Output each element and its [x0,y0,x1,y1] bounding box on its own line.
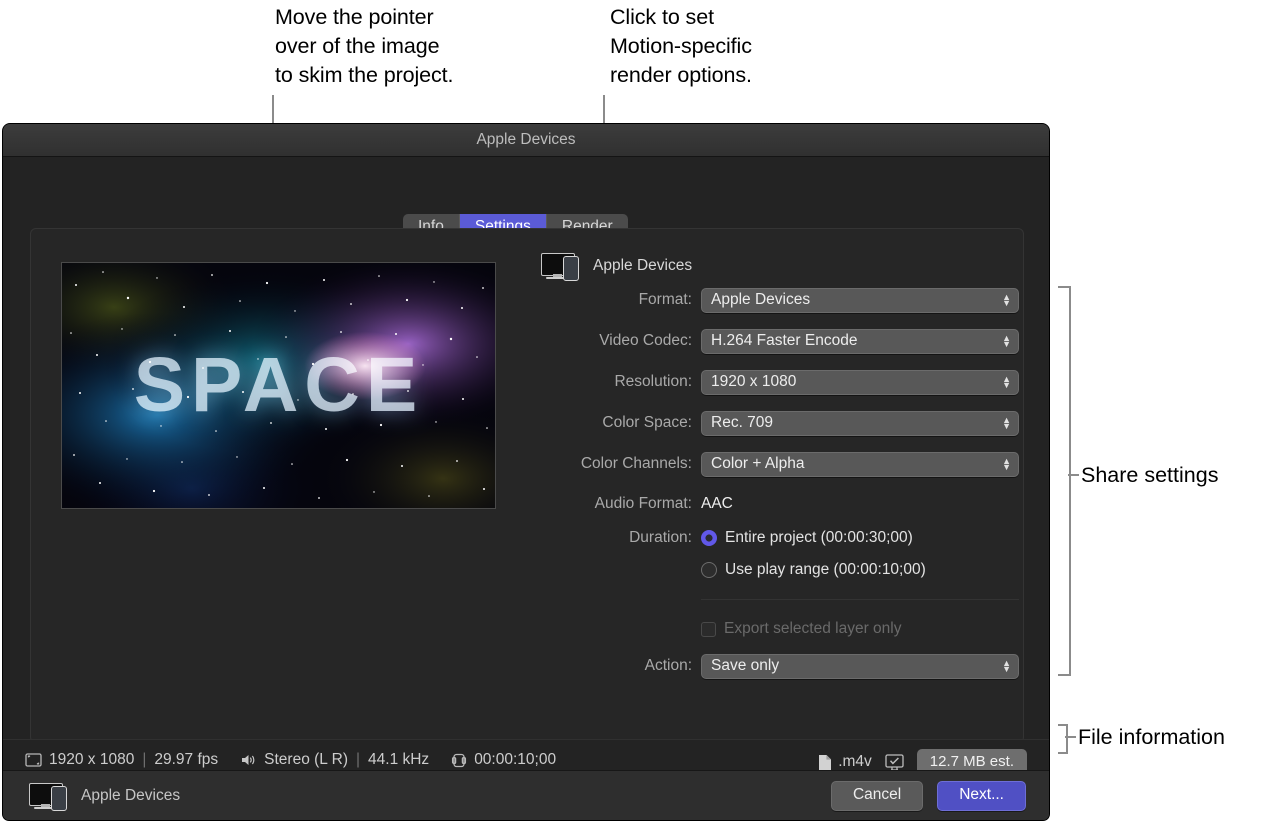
audio-format-value: AAC [701,495,733,512]
radio-use-play-range-indicator[interactable] [701,562,717,578]
footer-destination: Apple Devices [29,783,181,811]
project-preview-image[interactable]: SPACE [61,262,496,509]
color-space-value: Rec. 709 [711,414,774,431]
dialog-titlebar: Apple Devices [3,124,1049,157]
format-value: Apple Devices [711,291,811,308]
radio-entire-project-indicator[interactable] [701,530,717,546]
status-separator-2: | [355,751,361,768]
row-color-channels: Color Channels: Color + Alpha ▲ ▼ [511,450,1023,478]
label-color-space: Color Space: [602,414,692,431]
status-sample-rate: 44.1 kHz [368,751,430,768]
row-format: Format: Apple Devices ▲ ▼ [511,286,1023,314]
share-dialog: Apple Devices Info Settings Render SPACE… [3,124,1049,820]
timecode-icon [452,753,467,767]
row-video-codec: Video Codec: H.264 Faster Encode ▲ ▼ [511,327,1023,355]
row-export-layer: Export selected layer only [511,615,1023,643]
status-audio-channels: Stereo (L R) [264,751,348,768]
label-color-channels: Color Channels: [580,455,692,472]
resolution-popup[interactable]: 1920 x 1080 ▲ ▼ [701,369,1019,395]
chevron-updown-icon: ▲ ▼ [1002,415,1011,431]
label-audio-format: Audio Format: [594,495,692,512]
bracket-tick-file-information [1065,736,1076,738]
label-resolution: Resolution: [614,373,692,390]
apple-devices-icon [29,783,69,811]
callout-render-options: Click to set Motion-specific render opti… [610,5,752,87]
resolution-value: 1920 x 1080 [711,373,797,390]
row-play-range: Use play range (00:00:10;00) [511,556,1023,584]
footer-buttons: Cancel Next... [830,781,1026,811]
annotation-share-settings: Share settings [1081,463,1219,487]
frame-size-icon [25,753,42,767]
action-value: Save only [711,657,780,674]
chevron-updown-icon: ▲ ▼ [1002,658,1011,674]
chevron-updown-icon: ▲ ▼ [1002,456,1011,472]
row-audio-format: Audio Format: AAC [511,490,1023,518]
status-file-extension: .m4v [838,753,872,770]
video-codec-popup[interactable]: H.264 Faster Encode ▲ ▼ [701,328,1019,354]
color-channels-value: Color + Alpha [711,455,805,472]
radio-use-play-range-label: Use play range (00:00:10;00) [725,561,926,578]
label-duration: Duration: [629,529,692,546]
row-color-space: Color Space: Rec. 709 ▲ ▼ [511,409,1023,437]
label-format: Format: [638,291,692,308]
radio-entire-project[interactable]: Entire project (00:00:30;00) [701,529,913,547]
bracket-tick-share-settings [1068,474,1079,476]
row-resolution: Resolution: 1920 x 1080 ▲ ▼ [511,368,1023,396]
next-button[interactable]: Next... [937,781,1026,811]
checkbox-export-selected-layer[interactable]: Export selected layer only [701,620,901,638]
dialog-body: Info Settings Render SPACE Apple Devices… [3,157,1049,820]
cancel-button[interactable]: Cancel [830,781,924,811]
dialog-title: Apple Devices [476,131,576,148]
row-action: Action: Save only ▲ ▼ [511,652,1023,680]
color-space-popup[interactable]: Rec. 709 ▲ ▼ [701,410,1019,436]
chevron-updown-icon: ▲ ▼ [1002,374,1011,390]
bracket-share-settings [1058,286,1071,676]
row-duration: Duration: Entire project (00:00:30;00) [511,524,1023,552]
chevron-updown-icon: ▲ ▼ [1002,292,1011,308]
format-popup[interactable]: Apple Devices ▲ ▼ [701,287,1019,313]
dialog-footer: Apple Devices Cancel Next... [3,770,1049,820]
status-left-group: 1920 x 1080 | 29.97 fps Stereo (L R) | 4… [25,751,556,769]
status-separator-1: | [142,751,147,768]
speaker-icon [242,755,255,765]
status-fps: 29.97 fps [154,751,219,768]
form-divider [701,599,1019,600]
radio-entire-project-label: Entire project (00:00:30;00) [725,529,913,546]
destination-name: Apple Devices [593,257,693,274]
radio-use-play-range[interactable]: Use play range (00:00:10;00) [701,561,926,579]
checkbox-export-selected-layer-box[interactable] [701,621,716,637]
footer-destination-label: Apple Devices [81,787,181,804]
preview-title-text: SPACE [133,342,424,428]
checkbox-export-selected-layer-label: Export selected layer only [724,620,902,637]
display-check-icon[interactable] [885,753,904,771]
label-action: Action: [644,657,692,674]
status-duration: 00:00:10;00 [474,751,557,768]
status-resolution: 1920 x 1080 [49,751,135,768]
callout-skim-project: Move the pointer over of the image to sk… [275,5,454,87]
chevron-updown-icon: ▲ ▼ [1002,333,1011,349]
apple-devices-icon [541,253,581,281]
annotation-file-information: File information [1078,725,1225,749]
video-codec-value: H.264 Faster Encode [711,332,858,349]
label-video-codec: Video Codec: [599,332,692,349]
destination-header: Apple Devices [541,253,693,281]
bracket-file-information [1058,724,1068,754]
action-popup[interactable]: Save only ▲ ▼ [701,653,1019,679]
color-channels-popup[interactable]: Color + Alpha ▲ ▼ [701,451,1019,477]
export-settings-form: Apple Devices Format: Apple Devices ▲ ▼ V… [511,229,1023,742]
file-icon [819,754,832,770]
settings-panel: SPACE Apple Devices Format: Apple Device… [30,228,1024,743]
